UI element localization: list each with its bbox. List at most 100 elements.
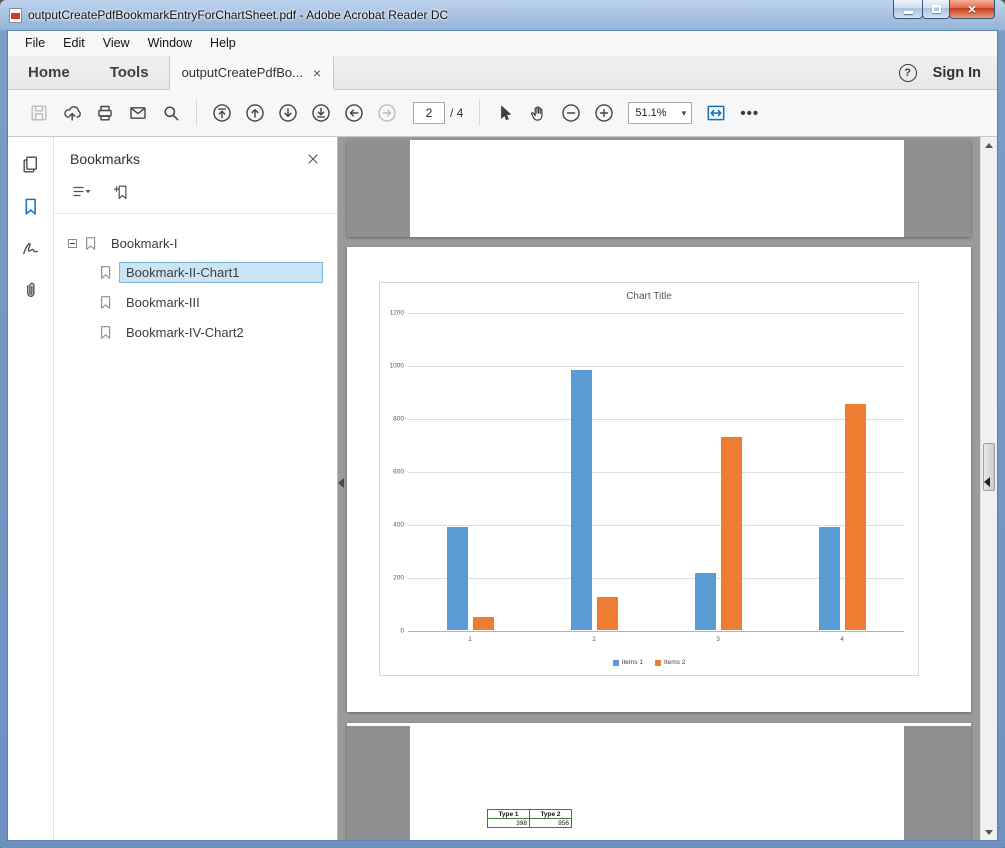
zoom-in-button[interactable]: [589, 98, 619, 128]
pane-splitter-arrow-icon[interactable]: [984, 477, 990, 487]
page-thumbnails-button[interactable]: [18, 151, 44, 177]
y-axis-tick-label: 400: [393, 522, 404, 529]
signatures-panel-button[interactable]: [18, 235, 44, 261]
print-button[interactable]: [90, 98, 120, 128]
document-view[interactable]: Chart Title 0200400600800100012001234 It…: [338, 137, 980, 840]
minimize-button[interactable]: [893, 0, 923, 19]
previous-view-button[interactable]: [339, 98, 369, 128]
chart-bar: [447, 527, 468, 630]
bookmark-label[interactable]: Bookmark-IV-Chart2: [119, 322, 323, 343]
bookmarks-panel-button[interactable]: [18, 193, 44, 219]
page-number-input[interactable]: [413, 102, 445, 124]
dropdown-caret-icon: ▾: [676, 108, 691, 119]
menu-file[interactable]: File: [16, 31, 54, 56]
menu-edit[interactable]: Edit: [54, 31, 94, 56]
tab-tools[interactable]: Tools: [90, 56, 169, 89]
previous-page-button[interactable]: [240, 98, 270, 128]
save-button[interactable]: [24, 98, 54, 128]
chart-plot: 0200400600800100012001234: [408, 313, 904, 631]
tab-home[interactable]: Home: [8, 56, 90, 89]
zoom-level-dropdown[interactable]: 51.1% ▾: [628, 102, 692, 124]
chart-bar: [721, 437, 742, 630]
y-axis-tick-label: 200: [393, 575, 404, 582]
chart-bar: [695, 573, 716, 630]
menu-help[interactable]: Help: [201, 31, 245, 56]
legend-label: Items 2: [664, 659, 685, 666]
main-toolbar: / 4 51.1% ▾ •••: [8, 90, 997, 137]
panel-collapse-arrow-icon[interactable]: [338, 478, 344, 488]
bookmark-item-root[interactable]: Bookmark-I: [68, 230, 337, 257]
vertical-scrollbar[interactable]: [980, 137, 997, 840]
tab-document-label: outputCreatePdfBo...: [182, 65, 303, 80]
bookmarks-panel-toolbar: [54, 175, 337, 214]
select-tool-button[interactable]: [490, 98, 520, 128]
chart-bar: [845, 404, 866, 630]
save-icon: [29, 103, 49, 123]
share-button[interactable]: [57, 98, 87, 128]
bookmark-flag-icon: [98, 295, 113, 310]
page-gray-band: [347, 140, 410, 237]
bookmark-icon: [20, 196, 41, 217]
zoom-out-button[interactable]: [556, 98, 586, 128]
bookmark-item-chart2[interactable]: Bookmark-IV-Chart2: [68, 317, 337, 347]
next-view-button[interactable]: [372, 98, 402, 128]
page-gray-band: [904, 726, 971, 840]
cloud-upload-icon: [62, 103, 82, 123]
next-page-button[interactable]: [273, 98, 303, 128]
back-arrow-icon: [343, 102, 365, 124]
hand-tool-button[interactable]: [523, 98, 553, 128]
menu-view[interactable]: View: [94, 31, 139, 56]
scroll-down-button[interactable]: [981, 824, 997, 840]
bookmark-item-iii[interactable]: Bookmark-III: [68, 287, 337, 317]
scroll-up-button[interactable]: [981, 137, 997, 153]
panel-close-icon[interactable]: [305, 151, 321, 167]
bookmark-label[interactable]: Bookmark-II-Chart1: [119, 262, 323, 283]
page-gray-band: [347, 726, 410, 840]
last-page-button[interactable]: [306, 98, 336, 128]
chart-bar: [571, 370, 592, 630]
tab-close-icon[interactable]: ×: [313, 66, 321, 80]
email-button[interactable]: [123, 98, 153, 128]
search-button[interactable]: [156, 98, 186, 128]
minus-circle-icon: [560, 102, 582, 124]
title-bar[interactable]: outputCreatePdfBookmarkEntryForChartShee…: [7, 0, 998, 30]
legend-item: Items 1: [613, 659, 643, 666]
bookmark-label[interactable]: Bookmark-III: [119, 292, 323, 313]
bookmarks-panel: Bookmarks Bookmark-I: [54, 137, 338, 840]
new-bookmark-button[interactable]: [108, 180, 134, 204]
toolbar-separator: [479, 100, 480, 126]
signature-icon: [20, 238, 41, 259]
chart-legend: Items 1 Items 2: [380, 659, 918, 666]
sign-in-button[interactable]: Sign In: [933, 65, 981, 81]
fit-width-button[interactable]: [701, 98, 731, 128]
maximize-button[interactable]: [922, 0, 950, 19]
y-axis-tick-label: 600: [393, 469, 404, 476]
bookmark-options-button[interactable]: [66, 180, 96, 204]
tab-document[interactable]: outputCreatePdfBo... ×: [169, 56, 335, 90]
cursor-icon: [495, 103, 515, 123]
close-button[interactable]: ×: [949, 0, 995, 19]
bookmark-label[interactable]: Bookmark-I: [104, 233, 184, 254]
help-icon[interactable]: ?: [899, 64, 917, 82]
page-total-label: / 4: [450, 106, 463, 120]
first-page-button[interactable]: [207, 98, 237, 128]
page-2: Chart Title 0200400600800100012001234 It…: [347, 247, 971, 712]
bookmark-flag-icon: [83, 236, 98, 251]
window-content: File Edit View Window Help Home Tools ou…: [7, 30, 998, 841]
tab-bar: Home Tools outputCreatePdfBo... × ? Sign…: [8, 56, 997, 90]
pages-icon: [20, 154, 41, 175]
y-axis-tick-label: 1200: [390, 310, 404, 317]
more-tools-button[interactable]: •••: [734, 105, 765, 122]
new-bookmark-icon: [112, 183, 131, 202]
bookmarks-tree: Bookmark-I Bookmark-II-Chart1 Bookmark-I…: [54, 214, 337, 347]
envelope-icon: [128, 103, 148, 123]
attachments-panel-button[interactable]: [18, 277, 44, 303]
collapse-expander-icon[interactable]: [68, 239, 77, 248]
bookmark-item-chart1[interactable]: Bookmark-II-Chart1: [68, 257, 337, 287]
options-list-icon: [71, 183, 92, 201]
y-axis-tick-label: 1000: [390, 363, 404, 370]
chart-gridline: [408, 631, 904, 632]
menu-window[interactable]: Window: [139, 31, 201, 56]
page-1-partial: [347, 140, 971, 237]
chart-category-group: [532, 313, 656, 630]
